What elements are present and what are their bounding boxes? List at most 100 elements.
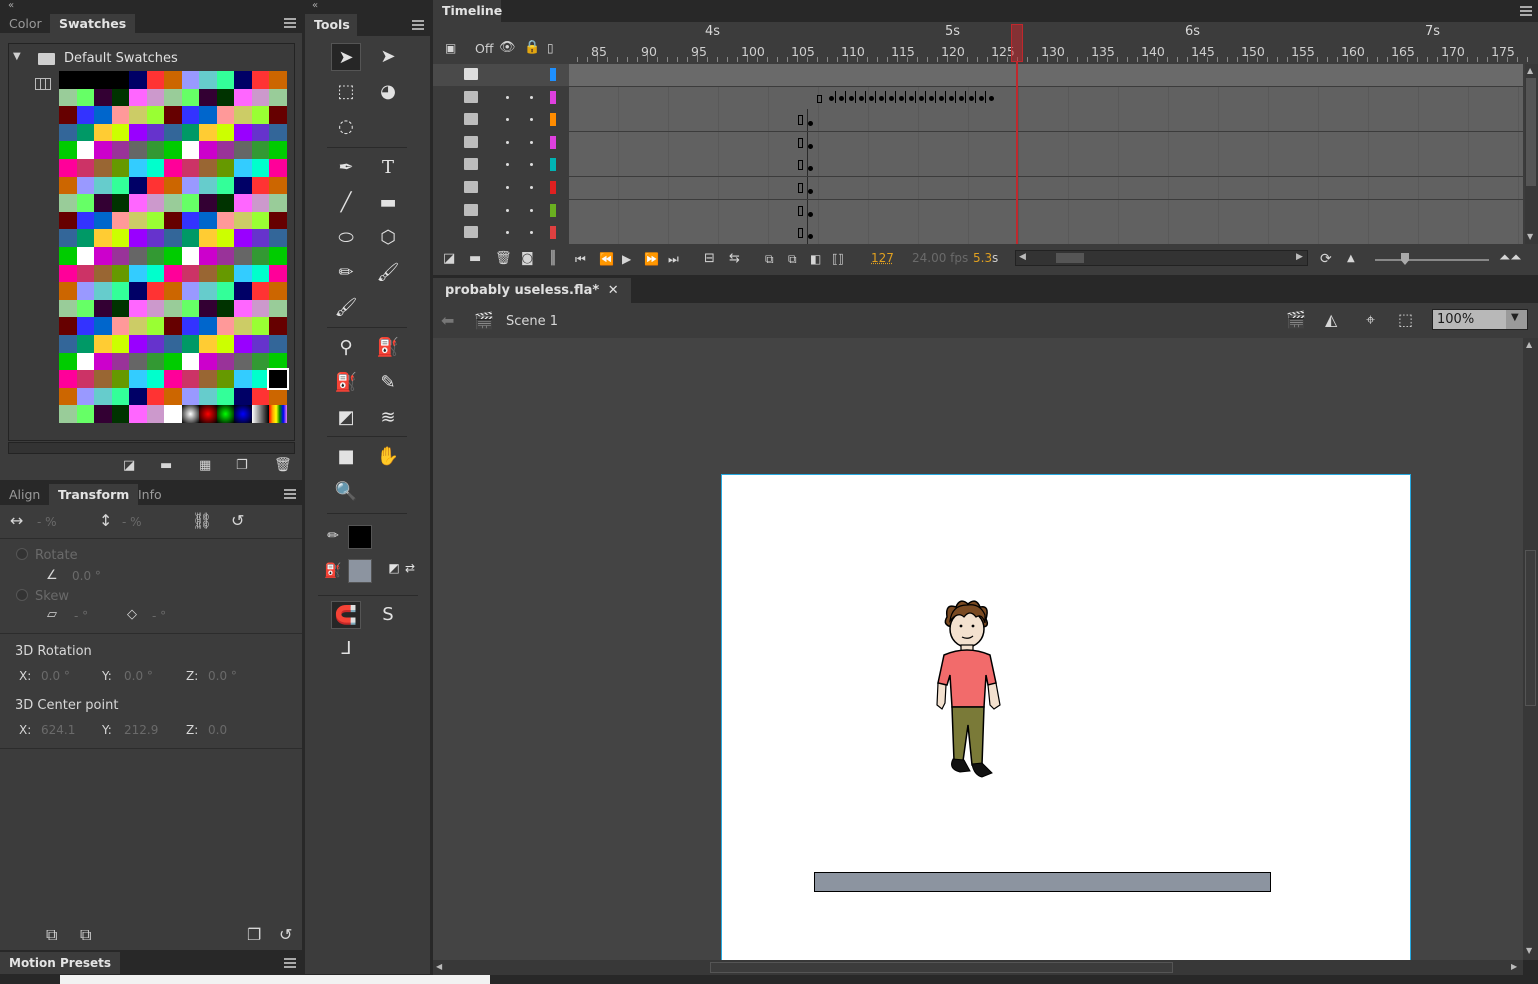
line-tool[interactable]: ╱ (331, 189, 361, 217)
color-swatch[interactable] (216, 264, 234, 283)
color-swatch[interactable] (269, 387, 287, 406)
color-swatch[interactable] (251, 194, 269, 212)
color-swatch[interactable] (94, 370, 112, 388)
color-swatch[interactable] (111, 211, 129, 230)
reset-transform-icon[interactable]: ↺ (279, 927, 292, 943)
color-swatch[interactable] (76, 229, 94, 247)
keyframe[interactable] (909, 95, 914, 101)
panel-menu-icon[interactable] (1520, 6, 1532, 16)
playhead-handle[interactable] (1011, 24, 1023, 62)
color-swatch[interactable] (111, 194, 129, 212)
color-swatch[interactable] (181, 352, 199, 371)
color-swatch[interactable] (146, 387, 164, 406)
color-swatch[interactable] (111, 387, 129, 406)
scroll-down-icon[interactable]: ▼ (1526, 946, 1532, 955)
collapse-icon[interactable]: « (312, 0, 318, 11)
color-swatch[interactable] (94, 123, 112, 142)
color-swatch[interactable] (181, 247, 199, 265)
rot-z-value[interactable]: 0.0 ° (208, 669, 237, 683)
color-swatch[interactable] (59, 282, 77, 300)
paste-transform-icon[interactable]: ⧉ (80, 927, 91, 943)
color-swatch[interactable] (129, 106, 147, 124)
color-swatch[interactable] (269, 317, 287, 335)
color-swatch[interactable] (59, 299, 77, 318)
color-swatch[interactable] (234, 141, 252, 159)
color-swatch[interactable] (181, 370, 199, 388)
color-swatch[interactable] (76, 176, 94, 195)
color-swatch[interactable] (129, 141, 147, 159)
color-swatch[interactable] (129, 176, 147, 195)
layer-color-icon[interactable] (550, 181, 556, 194)
keyframe[interactable] (808, 189, 813, 194)
color-swatch[interactable] (269, 229, 287, 247)
color-swatch[interactable] (59, 159, 77, 177)
color-swatch[interactable] (164, 88, 182, 107)
timeline-layer[interactable] (433, 109, 1523, 132)
color-swatch[interactable] (216, 159, 234, 177)
color-swatch[interactable] (269, 247, 287, 265)
color-swatch[interactable] (111, 176, 129, 195)
color-swatch[interactable] (146, 229, 164, 247)
stage-vscroll[interactable]: ▲ ▼ (1523, 338, 1538, 960)
color-swatch[interactable] (251, 370, 269, 388)
tab-info[interactable]: Info (129, 484, 171, 505)
color-swatch[interactable] (129, 247, 147, 265)
color-swatch[interactable] (251, 159, 269, 177)
color-swatch[interactable] (146, 211, 164, 230)
scene-label[interactable]: Scene 1 (506, 314, 558, 329)
scroll-thumb[interactable] (1525, 550, 1536, 706)
color-swatch[interactable] (76, 370, 94, 388)
rectangle-tool[interactable]: ▬ (373, 189, 403, 217)
scroll-thumb[interactable] (1526, 78, 1536, 186)
color-swatch[interactable] (76, 264, 94, 283)
stage-hscroll[interactable]: ◀ ▶ (433, 960, 1523, 975)
color-swatch[interactable] (199, 211, 217, 230)
c-y-value[interactable]: 212.9 (124, 723, 158, 737)
color-swatch[interactable] (216, 317, 234, 335)
smooth-icon[interactable]: S (373, 601, 403, 629)
color-swatch[interactable] (269, 71, 287, 89)
onion-off-label[interactable]: Off (475, 41, 493, 56)
color-swatch[interactable] (199, 317, 217, 335)
color-swatch[interactable] (199, 282, 217, 300)
tab-color[interactable]: Color (0, 14, 51, 33)
large-frames-icon[interactable]: ⏶⏶ (1499, 250, 1521, 266)
timeline-layer[interactable] (433, 131, 1523, 154)
color-swatch[interactable] (181, 88, 199, 107)
color-swatch[interactable] (76, 123, 94, 142)
color-swatch[interactable] (181, 405, 199, 423)
color-swatch[interactable] (146, 106, 164, 124)
color-swatch[interactable] (76, 299, 94, 318)
color-swatch[interactable] (269, 194, 287, 212)
color-swatch[interactable] (234, 299, 252, 318)
color-swatch[interactable] (164, 159, 182, 177)
color-swatch[interactable] (111, 159, 129, 177)
scroll-right-icon[interactable]: ▶ (1511, 962, 1517, 971)
new-folder-icon[interactable]: ▬ (160, 458, 172, 474)
character[interactable] (930, 597, 1020, 787)
layer-frames[interactable] (569, 64, 1523, 86)
color-swatch[interactable] (76, 247, 94, 265)
rotate-value[interactable]: 0.0 ° (72, 569, 101, 583)
color-swatch[interactable] (146, 123, 164, 142)
color-swatch[interactable] (59, 387, 77, 406)
color-swatch[interactable] (59, 247, 77, 265)
panel-menu-icon[interactable] (284, 18, 296, 28)
lock-dot-icon[interactable] (530, 163, 533, 167)
scroll-up-icon[interactable]: ▲ (1527, 66, 1533, 75)
color-swatch[interactable] (216, 141, 234, 159)
color-swatch[interactable] (251, 387, 269, 406)
subselection-tool[interactable]: ➤ (373, 43, 403, 71)
add-swatch-icon[interactable]: ◪ (123, 458, 135, 474)
eye-dot-icon[interactable] (506, 95, 509, 99)
color-swatch[interactable] (269, 88, 287, 107)
color-swatch[interactable] (146, 141, 164, 159)
layer-frames[interactable] (569, 86, 1523, 109)
tab-tools[interactable]: Tools (305, 14, 357, 36)
color-swatch[interactable] (129, 159, 147, 177)
color-swatch[interactable] (234, 352, 252, 371)
back-arrow-icon[interactable]: ⬅ (441, 313, 454, 329)
color-swatch[interactable] (199, 159, 217, 177)
scroll-thumb[interactable] (710, 962, 1173, 973)
panel-collapse-bar[interactable]: « (0, 0, 302, 14)
